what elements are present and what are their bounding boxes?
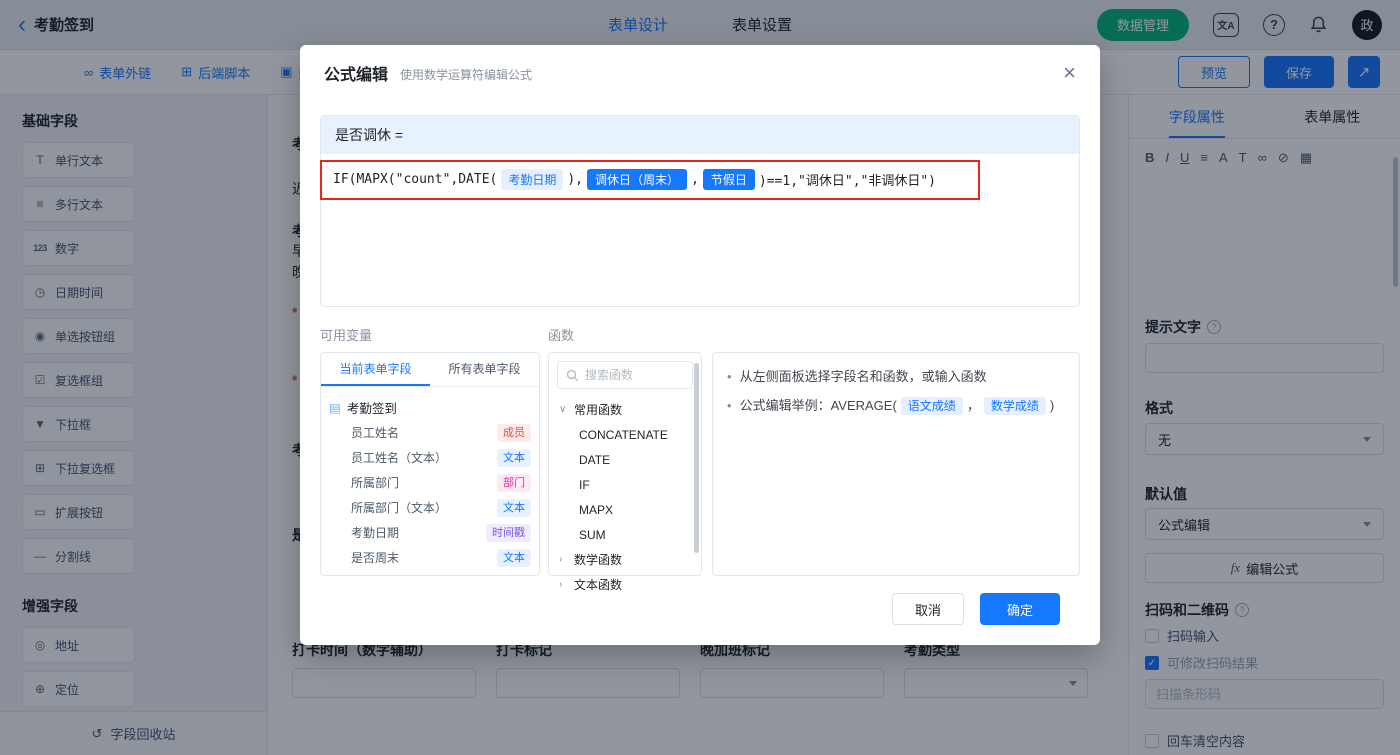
variables-panel: 当前表单字段 所有表单字段 ▤ 考勤签到 员工姓名 成员 员工姓名（文本） 文本 所属… xyxy=(320,352,540,576)
function-concatenate[interactable]: CONCATENATE xyxy=(549,422,701,447)
formula-text: )==1,"调休日","非调休日") xyxy=(758,174,936,189)
variable-name: 所属部门 xyxy=(351,476,400,490)
field-token-attendance-date[interactable]: 考勤日期 xyxy=(501,169,564,190)
form-icon: ▤ xyxy=(329,400,341,415)
type-tag: 文本 xyxy=(497,498,531,517)
functions-label: 函数 xyxy=(548,328,575,343)
example-token-math-score: 数学成绩 xyxy=(983,397,1046,415)
type-tag: 时间戳 xyxy=(486,523,531,542)
variable-name: 员工姓名 xyxy=(351,426,400,440)
variable-row[interactable]: 所属部门 部门 xyxy=(329,470,531,495)
chevron-down-icon: ∨ xyxy=(559,404,567,415)
formula-block: 是否调休 = IF(MAPX("count",DATE(考勤日期), 调休日（周末… xyxy=(320,115,1080,307)
variable-row[interactable]: 员工姓名（文本） 文本 xyxy=(329,445,531,470)
close-icon[interactable]: × xyxy=(1063,62,1076,84)
function-mapx[interactable]: MAPX xyxy=(549,497,701,522)
tab-current-form-fields[interactable]: 当前表单字段 xyxy=(321,353,430,386)
field-token-holiday[interactable]: 节假日 xyxy=(702,169,755,190)
function-search-input[interactable] xyxy=(585,368,684,382)
variable-name: 所属部门（文本） xyxy=(351,501,448,515)
functions-scrollbar[interactable] xyxy=(694,363,699,553)
variable-row[interactable]: 是否周末 文本 xyxy=(329,545,531,570)
modal-body: 是否调休 = IF(MAPX("count",DATE(考勤日期), 调休日（周末… xyxy=(320,101,1080,645)
panel-labels: 可用变量 函数 xyxy=(320,325,1080,344)
variable-name: 考勤日期 xyxy=(351,526,400,540)
variable-row[interactable]: 考勤日期 时间戳 xyxy=(329,520,531,545)
type-tag: 文本 xyxy=(497,548,531,567)
variable-name: 员工姓名（文本） xyxy=(351,451,448,465)
form-root-node[interactable]: ▤ 考勤签到 xyxy=(329,394,531,420)
formula-field-name: 是否调休 = xyxy=(321,116,1079,154)
function-search xyxy=(557,361,693,389)
formula-line: IF(MAPX("count",DATE(考勤日期), 调休日（周末）, 节假日)=… xyxy=(333,169,1067,190)
bullet-icon: • xyxy=(727,398,732,413)
modal-header: 公式编辑 使用数学运算符编辑公式 × xyxy=(300,45,1100,101)
type-tag: 文本 xyxy=(497,448,531,467)
group-label: 常用函数 xyxy=(574,403,623,417)
variable-row[interactable]: 员工姓名 成员 xyxy=(329,420,531,445)
variables-label: 可用变量 xyxy=(320,328,373,343)
app-root: ‹ 考勤签到 表单设计 表单设置 数据管理 文A ? 政 ∞ 表单外链 ⊞ 后端… xyxy=(0,0,1400,755)
example-token-chinese-score: 语文成绩 xyxy=(900,397,963,415)
modal-subtitle: 使用数学运算符编辑公式 xyxy=(400,67,533,82)
formula-text: IF(MAPX("count",DATE( xyxy=(333,172,498,187)
function-sum[interactable]: SUM xyxy=(549,522,701,547)
variable-name: 是否周末 xyxy=(351,551,400,565)
help-panel: • 从左侧面板选择字段名和函数，或输入函数 • 公式编辑举例：AVERAGE(语文成… xyxy=(712,352,1080,576)
search-icon xyxy=(566,369,579,382)
formula-text: ), xyxy=(567,172,584,187)
function-date[interactable]: DATE xyxy=(549,447,701,472)
formula-text: , xyxy=(691,172,699,187)
field-token-rest-day-weekend[interactable]: 调休日（周末） xyxy=(587,169,688,190)
variable-row[interactable]: 所属部门（文本） 文本 xyxy=(329,495,531,520)
type-tag: 成员 xyxy=(497,423,531,442)
help-line-1: • 从左侧面板选择字段名和函数，或输入函数 xyxy=(727,365,1065,388)
help-line-2: • 公式编辑举例：AVERAGE(语文成绩，数学成绩) xyxy=(727,394,1065,418)
help-text: 从左侧面板选择字段名和函数，或输入函数 xyxy=(739,369,987,384)
modal-panels: 当前表单字段 所有表单字段 ▤ 考勤签到 员工姓名 成员 员工姓名（文本） 文本 所属… xyxy=(320,352,1080,592)
chevron-right-icon: › xyxy=(559,579,563,590)
group-common-functions[interactable]: ∨ 常用函数 xyxy=(549,397,701,422)
chevron-right-icon: › xyxy=(559,554,563,565)
group-math-functions[interactable]: › 数学函数 xyxy=(549,547,701,572)
modal-title: 公式编辑 xyxy=(324,67,389,84)
confirm-button[interactable]: 确定 xyxy=(980,593,1060,625)
modal-footer: 取消 确定 xyxy=(892,593,1060,625)
group-label: 文本函数 xyxy=(574,578,623,592)
tab-all-form-fields[interactable]: 所有表单字段 xyxy=(430,353,539,386)
functions-panel: ∨ 常用函数 CONCATENATE DATE IF MAPX SUM › 数学函数… xyxy=(548,352,702,592)
variables-tabs: 当前表单字段 所有表单字段 xyxy=(321,353,539,387)
help-example: 公式编辑举例：AVERAGE(语文成绩，数学成绩) xyxy=(739,397,1055,415)
formula-edit-modal: 公式编辑 使用数学运算符编辑公式 × 是否调休 = IF(MAPX("count… xyxy=(300,45,1100,645)
variables-list: ▤ 考勤签到 员工姓名 成员 员工姓名（文本） 文本 所属部门 部门 所属部门（文本） 文… xyxy=(321,387,539,575)
group-label: 数学函数 xyxy=(574,553,623,567)
group-text-functions[interactable]: › 文本函数 xyxy=(549,572,701,597)
type-tag: 部门 xyxy=(497,473,531,492)
bullet-icon: • xyxy=(727,369,732,384)
form-root-label: 考勤签到 xyxy=(346,401,397,416)
formula-editor[interactable]: IF(MAPX("count",DATE(考勤日期), 调休日（周末）, 节假日)=… xyxy=(320,154,1079,306)
cancel-button[interactable]: 取消 xyxy=(892,593,964,625)
function-if[interactable]: IF xyxy=(549,472,701,497)
